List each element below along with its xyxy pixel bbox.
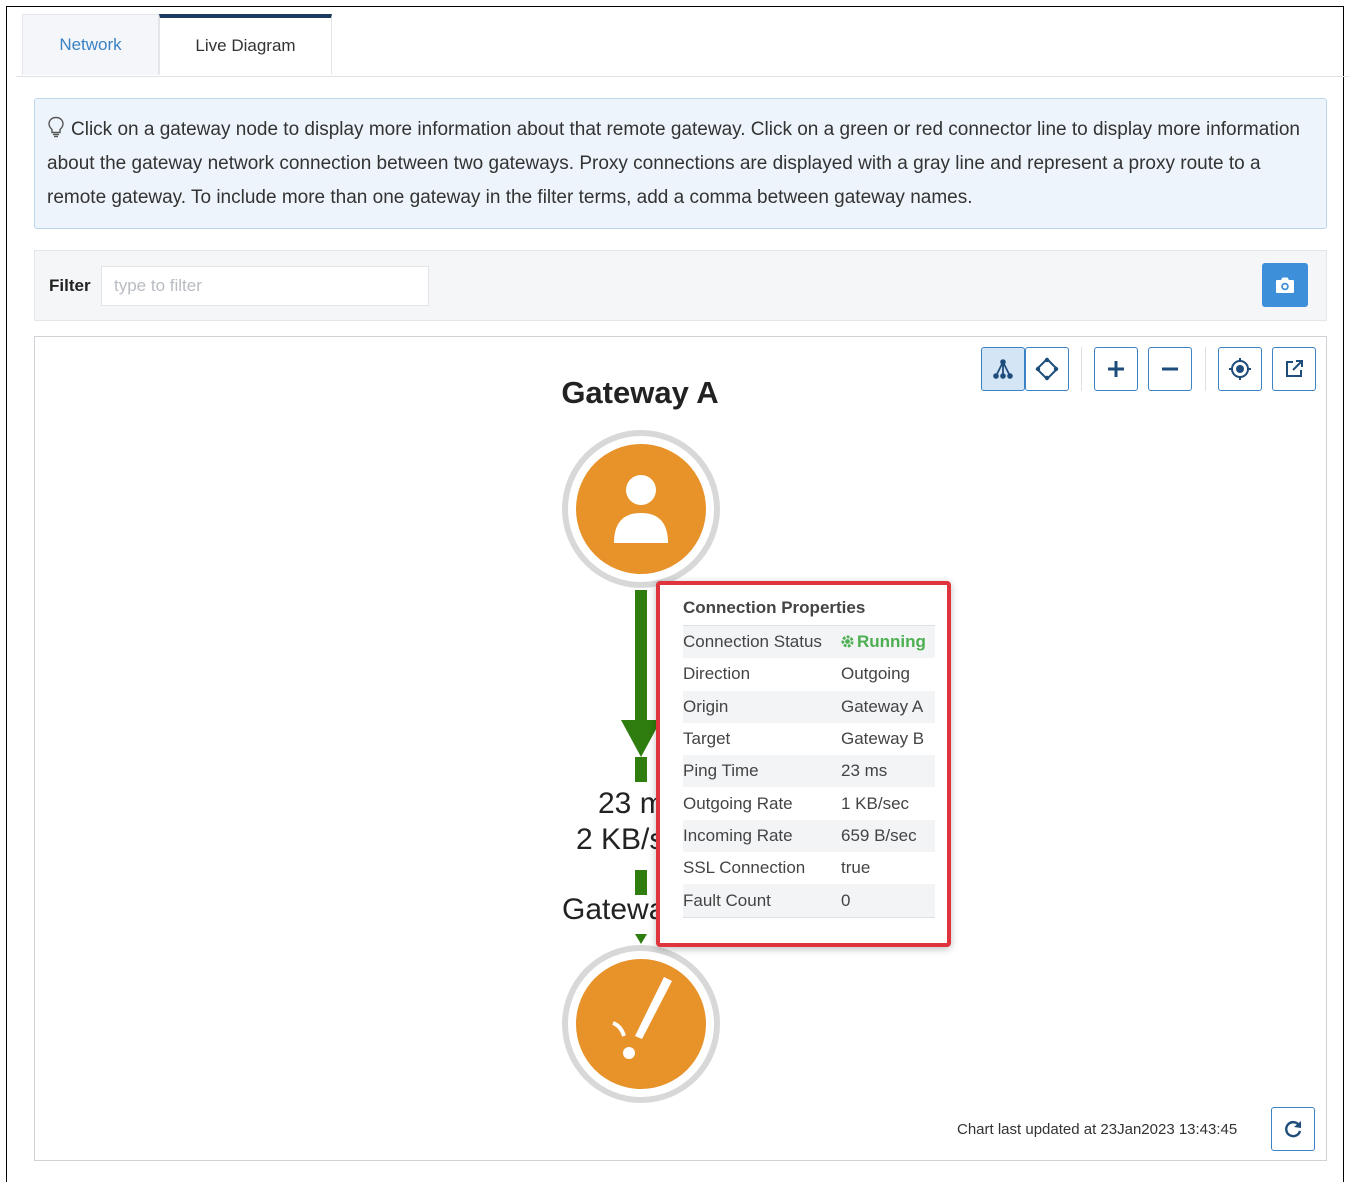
tab-live-diagram[interactable]: Live Diagram (159, 14, 332, 75)
row-key: Ping Time (683, 761, 759, 781)
row-value: Gateway A (841, 696, 924, 716)
tooltip-title: Connection Properties (683, 595, 935, 626)
connection-line[interactable] (621, 590, 661, 944)
row-key: Fault Count (683, 890, 771, 910)
row-key: Outgoing Rate (683, 793, 793, 813)
tooltip-row-ping-time: Ping Time 23 ms (683, 755, 935, 788)
filter-input[interactable] (101, 266, 429, 306)
row-value: Gateway B (841, 729, 925, 749)
row-value: 659 B/sec (841, 825, 917, 845)
row-value: true (841, 858, 871, 878)
info-text: Click on a gateway node to display more … (47, 119, 1300, 208)
row-value: Running (841, 632, 935, 652)
tooltip-row-connection-status: Connection Status Running (683, 626, 935, 659)
row-value: 0 (841, 890, 851, 910)
gateway-b-node[interactable] (562, 945, 720, 1103)
row-value: 23 ms (841, 761, 888, 781)
status-running-text: Running (857, 632, 926, 652)
row-key: Target (683, 729, 731, 749)
tooltip-row-target: Target Gateway B (683, 723, 935, 755)
tooltip-row-incoming-rate: Incoming Rate 659 B/sec (683, 819, 935, 853)
lightbulb-icon (48, 116, 64, 138)
gateway-a-node[interactable] (562, 430, 720, 588)
refresh-icon (1285, 1121, 1302, 1138)
gear-icon (841, 635, 854, 648)
tooltip-row-direction: Direction Outgoing (683, 658, 935, 690)
row-key: Origin (683, 696, 729, 716)
filter-bar: Filter (34, 250, 1327, 321)
tooltip-row-outgoing-rate: Outgoing Rate 1 KB/sec (683, 787, 935, 819)
row-key: Direction (683, 664, 751, 684)
row-key: Incoming Rate (683, 825, 793, 845)
tooltip-row-ssl-connection: SSL Connection true (683, 852, 935, 884)
user-icon (626, 475, 656, 505)
row-key: SSL Connection (683, 858, 806, 878)
tooltip-table: Connection Status Running Direction Outg… (683, 626, 935, 918)
tab-network[interactable]: Network (22, 14, 159, 75)
filter-label: Filter (49, 276, 91, 295)
tooltip-row-fault-count: Fault Count 0 (683, 884, 935, 918)
tooltip-row-origin: Origin Gateway A (683, 690, 935, 723)
screenshot-button[interactable] (1262, 263, 1308, 307)
last-updated-text: Chart last updated at 23Jan2023 13:43:45 (957, 1121, 1238, 1138)
connection-properties-tooltip: Connection Properties Connection Status … (656, 581, 951, 947)
camera-icon (1276, 277, 1294, 293)
row-key: Connection Status (683, 632, 822, 652)
info-banner: Click on a gateway node to display more … (34, 98, 1327, 229)
tab-bar: Network Live Diagram (16, 14, 1349, 77)
refresh-button[interactable] (1271, 1107, 1315, 1151)
row-value: Outgoing (841, 664, 910, 684)
row-value: 1 KB/sec (841, 793, 910, 813)
